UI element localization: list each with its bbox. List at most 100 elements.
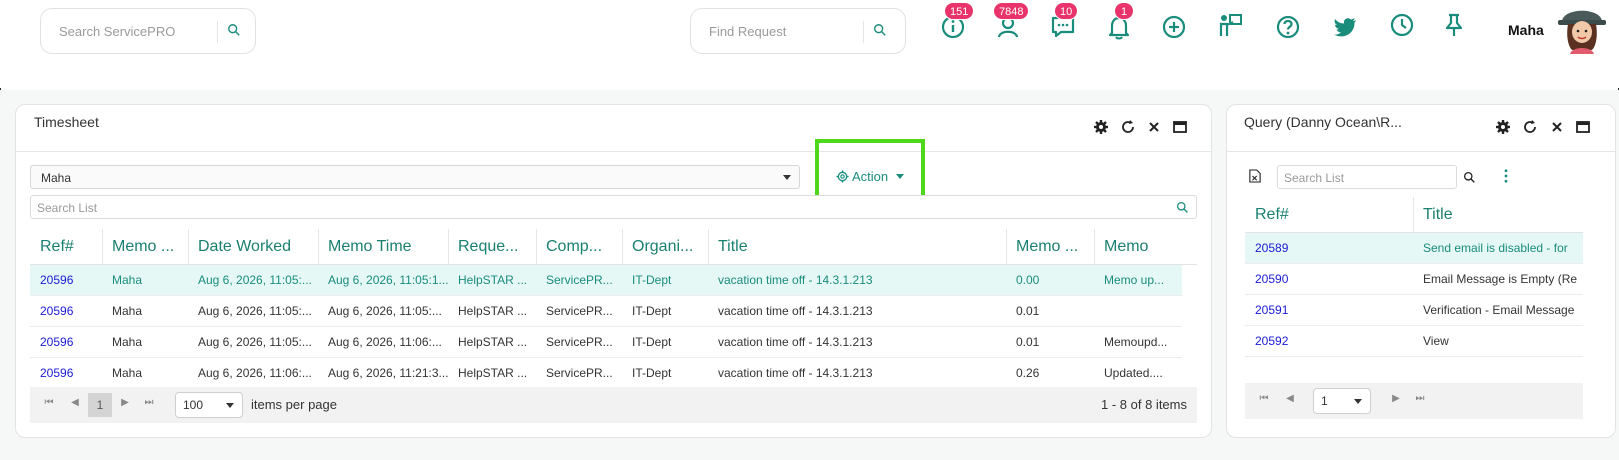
col-header-title[interactable]: Title <box>708 229 1006 265</box>
timesheet-search-box[interactable]: Search List <box>30 195 1197 219</box>
close-icon[interactable] <box>1146 119 1162 135</box>
col-header-company[interactable]: Comp... <box>536 229 622 265</box>
current-page[interactable]: 1 <box>88 393 112 417</box>
cell-title: Send email is disabled - for <box>1423 241 1568 255</box>
last-page-icon[interactable]: ⏭ <box>140 394 158 412</box>
next-page-icon[interactable]: ▶ <box>116 394 134 412</box>
username[interactable]: Maha <box>1508 22 1544 38</box>
help-icon[interactable] <box>1275 14 1303 42</box>
cell-ref[interactable]: 20590 <box>1245 264 1413 295</box>
info-icon[interactable]: 151 <box>940 2 975 42</box>
action-button[interactable]: Action <box>836 169 905 184</box>
timesheet-search-input[interactable]: Search List <box>37 201 97 215</box>
timesheet-pager: ⏮ ◀ 1 ▶ ⏭ 100 items per page 1 - 8 of 8 … <box>30 387 1197 423</box>
query-maximize-icon[interactable] <box>1575 119 1591 135</box>
items-per-page-label: items per page <box>251 397 337 412</box>
timesheet-grid-header: Ref# Memo ... Date Worked Memo Time Requ… <box>30 229 1197 265</box>
cell-ref[interactable]: 20596 <box>30 265 102 296</box>
list-item[interactable]: 20591 Verification - Email Message <box>1245 295 1583 326</box>
page-size-value: 100 <box>183 398 204 412</box>
query-col-header-title[interactable]: Title <box>1413 197 1583 233</box>
export-excel-icon[interactable] <box>1249 169 1261 188</box>
col-header-date-worked[interactable]: Date Worked <box>188 229 318 265</box>
query-grid-header: Ref# Title <box>1245 197 1583 233</box>
users-icon[interactable]: 7848 <box>993 2 1030 42</box>
col-header-memo-by[interactable]: Memo ... <box>102 229 188 265</box>
query-page-select[interactable]: 1 <box>1313 388 1371 414</box>
cell-memo-hours: 0.01 <box>1016 335 1040 349</box>
col-header-organization[interactable]: Organi... <box>622 229 708 265</box>
table-row[interactable]: 20596 Maha Aug 6, 2026, 11:05:... Aug 6,… <box>30 296 1182 327</box>
add-circle-icon[interactable] <box>1161 14 1189 42</box>
col-header-memo-time[interactable]: Memo Time <box>318 229 448 265</box>
presenter-icon[interactable] <box>1218 12 1246 40</box>
search-icon[interactable] <box>227 23 243 39</box>
cell-memo-time: Aug 6, 2026, 11:06:... <box>328 335 442 349</box>
cell-ref[interactable]: 20596 <box>30 296 102 327</box>
list-item[interactable]: 20592 View <box>1245 326 1583 357</box>
cell-memo-by: Maha <box>112 335 143 349</box>
cell-memo-time: Aug 6, 2026, 11:21:3... <box>328 366 448 380</box>
find-request-input[interactable]: Find Request <box>709 24 786 39</box>
refresh-icon[interactable] <box>1120 119 1136 135</box>
prev-page-icon[interactable]: ◀ <box>1281 390 1299 408</box>
first-page-icon[interactable]: ⏮ <box>40 394 58 412</box>
chevron-down-icon <box>1354 399 1362 404</box>
cell-ref[interactable]: 20596 <box>30 327 102 358</box>
query-search-input[interactable]: Search List <box>1284 171 1344 185</box>
query-search-box[interactable]: Search List <box>1277 165 1457 189</box>
find-search-icon[interactable] <box>873 23 889 39</box>
user-avatar[interactable] <box>1556 2 1608 54</box>
cell-ref[interactable]: 20596 <box>30 358 102 389</box>
query-refresh-icon[interactable] <box>1522 119 1538 135</box>
clock-icon[interactable] <box>1389 12 1417 40</box>
last-page-icon[interactable]: ⏭ <box>1411 390 1429 408</box>
col-header-memo-hours[interactable]: Memo ... <box>1006 229 1094 265</box>
chat-badge: 10 <box>1054 2 1079 20</box>
cell-organization: IT-Dept <box>632 335 672 349</box>
twitter-icon[interactable] <box>1332 14 1360 42</box>
table-row[interactable]: 20596 Maha Aug 6, 2026, 11:06:... Aug 6,… <box>30 358 1182 389</box>
cell-ref[interactable]: 20589 <box>1245 233 1413 264</box>
bell-icon[interactable]: 1 <box>1106 2 1134 42</box>
list-item[interactable]: 20589 Send email is disabled - for <box>1245 233 1583 264</box>
global-search-input[interactable]: Search ServicePRO <box>59 24 175 39</box>
list-item[interactable]: 20590 Email Message is Empty (Re <box>1245 264 1583 295</box>
global-search-box[interactable]: Search ServicePRO <box>40 8 256 54</box>
cell-ref[interactable]: 20592 <box>1245 326 1413 357</box>
maximize-icon[interactable] <box>1172 119 1188 135</box>
user-select[interactable]: Maha <box>30 165 800 189</box>
chat-icon[interactable]: 10 <box>1050 2 1079 42</box>
table-row[interactable]: 20596 Maha Aug 6, 2026, 11:05:... Aug 6,… <box>30 327 1182 358</box>
cell-ref[interactable]: 20591 <box>1245 295 1413 326</box>
cell-memo-hours: 0.00 <box>1016 273 1040 287</box>
cell-requester: HelpSTAR ... <box>458 304 528 318</box>
page-size-select[interactable]: 100 <box>175 392 243 418</box>
cell-organization: IT-Dept <box>632 304 672 318</box>
settings-gear-icon[interactable] <box>1093 119 1109 135</box>
pin-icon[interactable] <box>1441 12 1469 40</box>
timesheet-search-icon[interactable] <box>1176 201 1189 219</box>
more-options-icon[interactable] <box>1504 169 1508 188</box>
query-close-icon[interactable] <box>1549 119 1565 135</box>
cell-title: vacation time off - 14.3.1.213 <box>718 273 873 287</box>
col-header-memo[interactable]: Memo <box>1094 229 1197 265</box>
col-header-requester[interactable]: Reque... <box>448 229 536 265</box>
prev-page-icon[interactable]: ◀ <box>66 394 84 412</box>
cell-memo: Updated.... <box>1104 366 1163 380</box>
info-badge: 151 <box>944 2 975 20</box>
timesheet-title: Timesheet <box>34 114 99 130</box>
table-row[interactable]: 20596 Maha Aug 6, 2026, 11:05:... Aug 6,… <box>30 265 1182 296</box>
query-settings-gear-icon[interactable] <box>1495 119 1511 135</box>
first-page-icon[interactable]: ⏮ <box>1255 390 1273 408</box>
cell-title: Verification - Email Message <box>1423 303 1575 317</box>
col-header-ref[interactable]: Ref# <box>30 229 102 265</box>
query-page-value: 1 <box>1321 394 1328 408</box>
query-search-icon[interactable] <box>1463 171 1476 189</box>
cell-requester: HelpSTAR ... <box>458 335 528 349</box>
query-col-header-ref[interactable]: Ref# <box>1245 197 1413 233</box>
find-request-box[interactable]: Find Request <box>690 8 906 54</box>
next-page-icon[interactable]: ▶ <box>1387 390 1405 408</box>
cell-date-worked: Aug 6, 2026, 11:05:... <box>198 335 312 349</box>
timesheet-grid: Ref# Memo ... Date Worked Memo Time Requ… <box>30 229 1197 389</box>
